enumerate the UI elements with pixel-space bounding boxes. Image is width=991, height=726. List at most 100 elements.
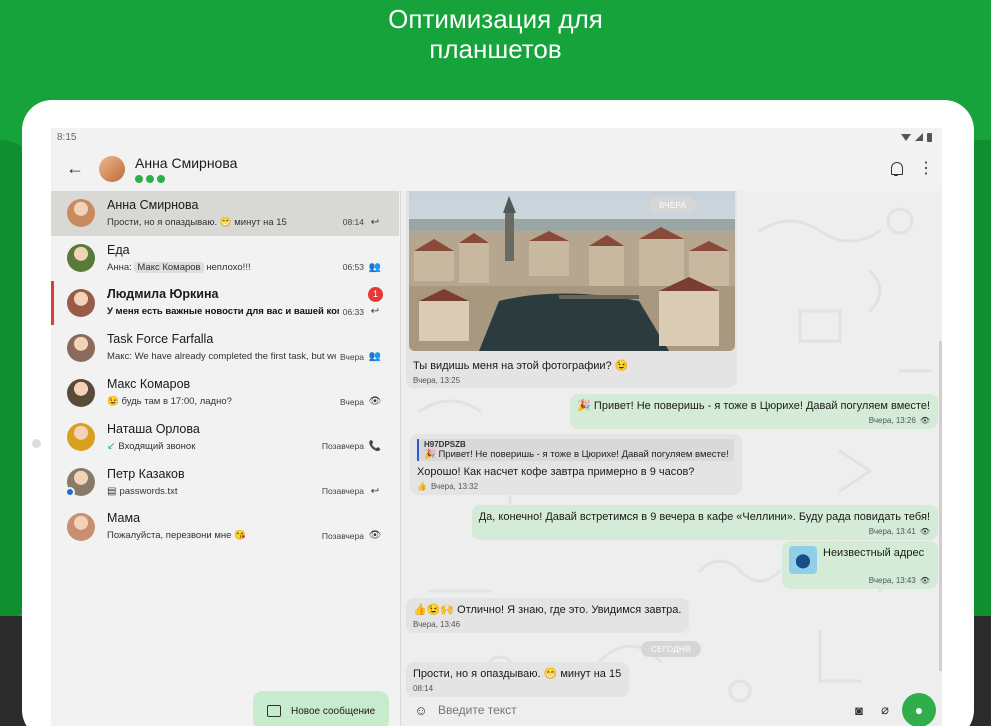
chat-preview: Макс: We have already completed the firs…: [107, 351, 336, 362]
avatar: [67, 512, 95, 541]
preview-text: passwords.txt: [119, 485, 178, 497]
missed-call-icon: ↙: [107, 440, 116, 452]
photo-caption-text: Ты видишь меня на этой фотографии? 😉: [413, 360, 629, 372]
camera-icon[interactable]: ◙: [850, 703, 868, 718]
emoji-icon[interactable]: ☺: [412, 703, 430, 718]
preview-sender: Макс:: [107, 351, 132, 363]
app-screen: 8:15 ← Анна Смирнова ⋮ Анна Смирнова Прос…: [51, 128, 942, 726]
battery-icon: [927, 132, 932, 142]
promo-line-2: планшетов: [429, 34, 562, 64]
chat-time: Позавчера: [321, 530, 364, 541]
signal-icon: [915, 133, 923, 141]
preview-text: неплохо!!!: [206, 261, 251, 273]
chat-preview: ↙ Входящий звонок: [107, 441, 318, 452]
chat-list-item[interactable]: Наташа Орлова ↙ Входящий звонок Позавчера 📞: [51, 415, 399, 460]
status-time: 8:15: [57, 131, 77, 143]
chat-time: Позавчера: [321, 441, 364, 452]
chat-preview: Прости, но я опаздываю. 😁 минут на 15: [107, 217, 339, 228]
chat-list-item[interactable]: Людмила Юркина 1 У меня есть важные новост…: [51, 280, 399, 326]
eye-icon: 👁: [368, 530, 382, 542]
incoming-message-late[interactable]: Прости, но я опаздываю. 😁 минут на 15 08…: [406, 662, 630, 697]
chat-item-body: Мама Пожалуйста, перезвони мне 😘 Позавчера…: [107, 510, 399, 543]
incoming-reply-message[interactable]: H97DPSZB 🎉 Привет! Не поверишь - я тоже …: [410, 434, 742, 495]
location-pin-icon: ⬤: [789, 546, 817, 574]
chat-toolbar: ← Анна Смирнова ⋮: [51, 146, 942, 191]
chat-list-item[interactable]: Еда Анна: Макс Комаров неплохо!!! 06:53 👥: [51, 236, 399, 281]
online-badge: [65, 487, 75, 498]
avatar[interactable]: [99, 155, 125, 182]
quote-author: H97DPSZB: [424, 440, 466, 449]
message-input[interactable]: [438, 703, 842, 717]
chat-list-item[interactable]: Петр Казаков ▤ passwords.txt Позавчера ↩: [51, 460, 399, 505]
avatar: [67, 423, 95, 452]
chat-name: Task Force Farfalla: [107, 332, 214, 347]
location-message[interactable]: ⬤ Неизвестный адрес Вчера, 13:43 👁: [782, 541, 938, 589]
avatar: [67, 244, 95, 273]
page-title: Анна Смирнова: [135, 154, 238, 171]
message-meta: Вчера, 13:26 👁: [868, 416, 930, 425]
new-message-label: Новое сообщение: [291, 705, 376, 717]
mic-icon[interactable]: ●: [902, 693, 936, 726]
incoming-message-see-you[interactable]: 👍😉🙌 Отлично! Я знаю, где это. Увидимся з…: [406, 598, 690, 633]
chat-name: Макс Комаров: [107, 377, 191, 392]
quoted-message[interactable]: H97DPSZB 🎉 Привет! Не поверишь - я тоже …: [417, 439, 734, 461]
promo-heading: Оптимизация для планшетов: [0, 4, 991, 64]
conversation-pane: ВЧЕРА Ты видишь меня на этой фотографии?…: [400, 191, 942, 726]
zurich-photo[interactable]: [409, 191, 735, 351]
chat-list-item[interactable]: Мама Пожалуйста, перезвони мне 😘 Позавчера…: [51, 505, 399, 550]
file-icon: ▤: [107, 485, 117, 497]
chat-preview: ▤ passwords.txt: [107, 486, 318, 497]
toolbar-actions: ⋮: [888, 146, 934, 191]
preview-text: Входящий звонок: [118, 440, 196, 452]
new-message-button[interactable]: Новое сообщение: [253, 691, 389, 726]
promo-line-1: Оптимизация для: [388, 4, 603, 34]
group-icon: 👥: [368, 261, 382, 273]
preview-text: We have already completed the first task…: [134, 351, 336, 363]
toolbar-title-block[interactable]: Анна Смирнова: [135, 155, 237, 183]
chat-list-item[interactable]: Анна Смирнова Прости, но я опаздываю. 😁 м…: [51, 191, 399, 236]
reply-icon: ↩: [370, 485, 380, 497]
outgoing-message-cafe[interactable]: Да, конечно! Давай встретимся в 9 вечера…: [471, 505, 938, 540]
chat-list-item[interactable]: Task Force Farfalla Макс: We have already…: [51, 325, 399, 370]
location-row: ⬤ Неизвестный адрес: [789, 546, 930, 574]
avatar: [67, 199, 95, 228]
preview-text: У меня есть важные новости для вас и ваш…: [107, 306, 339, 318]
arrow-back-icon[interactable]: ←: [51, 146, 99, 191]
outgoing-message-zurich[interactable]: 🎉 Привет! Не поверишь - я тоже в Цюрихе!…: [570, 394, 938, 429]
message-composer: ☺ ◙ ⌀ ●: [400, 693, 942, 726]
scrollbar[interactable]: [939, 341, 942, 671]
chat-icon: [267, 705, 281, 717]
chat-list-item[interactable]: Макс Комаров 😉 будь там в 17:00, ладно? Вч…: [51, 370, 399, 415]
attach-icon[interactable]: ⌀: [876, 702, 894, 718]
chat-item-body: Петр Казаков ▤ passwords.txt Позавчера ↩: [107, 466, 399, 499]
chat-time: 06:53: [342, 262, 364, 273]
phone-callback-icon: 📞: [368, 440, 382, 452]
reply-icon: ↩: [370, 216, 380, 228]
chat-preview: Анна: Макс Комаров неплохо!!!: [107, 261, 339, 273]
chat-name: Наташа Орлова: [107, 421, 200, 436]
location-address: Неизвестный адрес: [823, 547, 925, 559]
message-meta: Вчера, 13:41 👁: [868, 527, 930, 536]
chat-time: Позавчера: [321, 486, 364, 497]
eye-icon: 👁: [368, 396, 382, 408]
chat-time: 06:33: [342, 306, 364, 317]
photo-caption-message[interactable]: Ты видишь меня на этой фотографии? 😉 Вче…: [406, 354, 737, 389]
date-separator-today: СЕГОДНЯ: [641, 641, 702, 657]
avatar: [67, 378, 95, 407]
message-text: Хорошо! Как насчет кофе завтра примерно …: [417, 466, 695, 478]
reaction-thumbs-up: 👍: [417, 482, 427, 491]
more-vert-icon[interactable]: ⋮: [918, 160, 934, 177]
avatar: [65, 468, 95, 498]
chat-name: Еда: [107, 242, 130, 257]
chat-preview: 😉 будь там в 17:00, ладно?: [107, 396, 336, 407]
chat-time: 08:14: [342, 217, 364, 228]
avatar: [67, 288, 95, 317]
message-meta: Вчера, 13:43 👁: [868, 576, 930, 585]
date-separator-yesterday: ВЧЕРА: [649, 197, 697, 213]
chat-item-body: Еда Анна: Макс Комаров неплохо!!! 06:53 👥: [107, 242, 399, 275]
quote-text: 🎉 Привет! Не поверишь - я тоже в Цюрихе!…: [424, 449, 729, 460]
chat-time: Вчера: [340, 396, 364, 407]
bell-icon[interactable]: [888, 161, 904, 177]
status-bar: 8:15: [51, 128, 942, 146]
photo-caption-time: Вчера, 13:25: [413, 376, 461, 385]
